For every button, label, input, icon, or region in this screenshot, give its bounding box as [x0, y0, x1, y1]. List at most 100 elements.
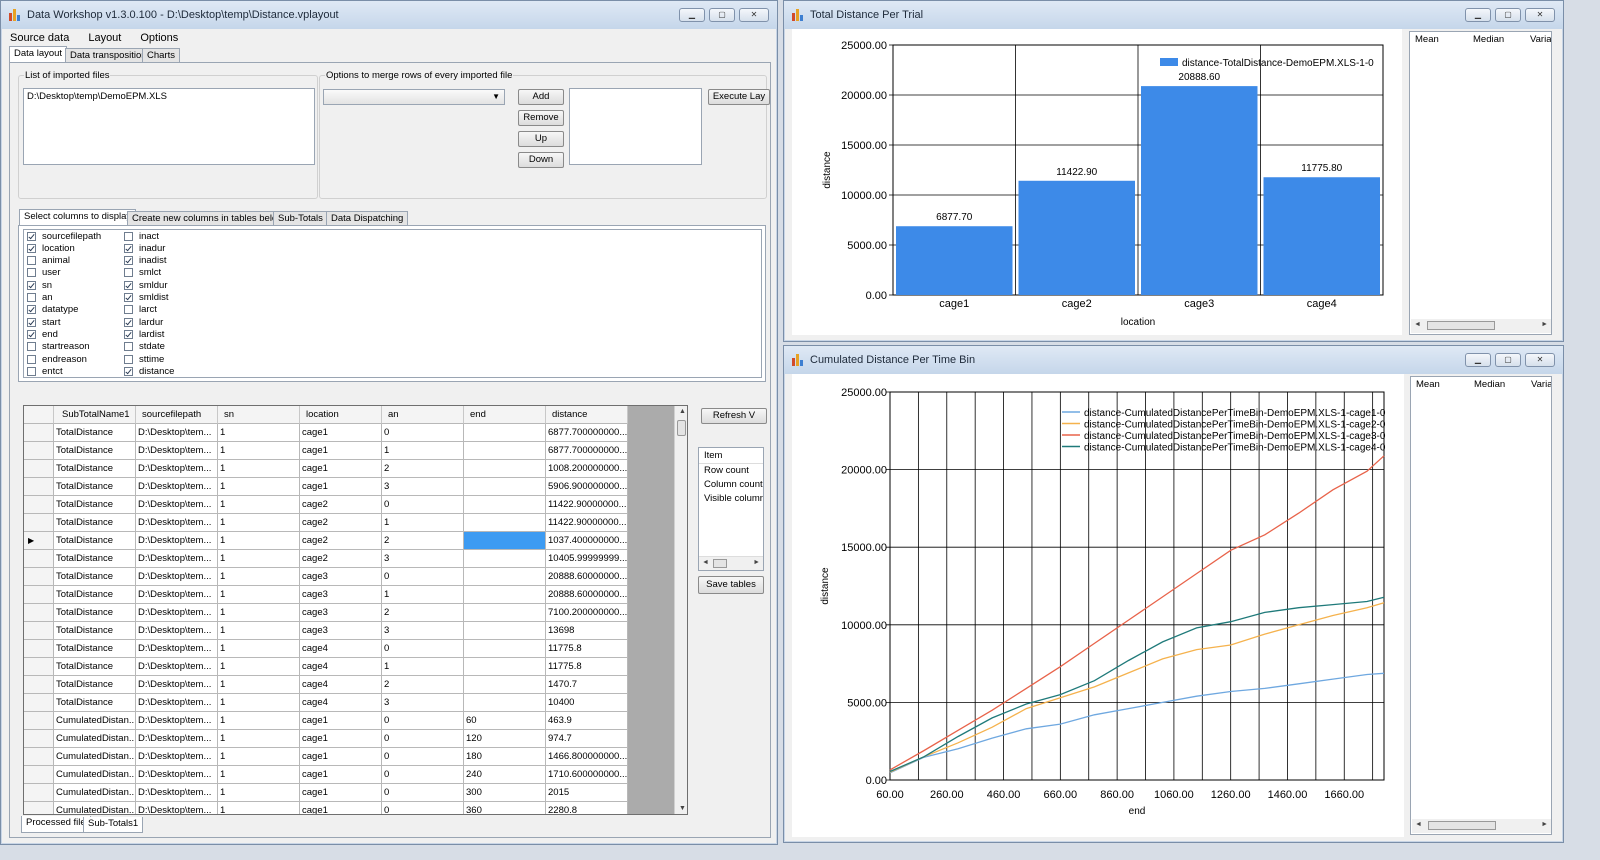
table-cell[interactable]: TotalDistance: [54, 460, 136, 478]
table-cell[interactable]: cage4: [300, 640, 382, 658]
table-cell[interactable]: 2: [382, 676, 464, 694]
table-cell[interactable]: 10400: [546, 694, 628, 712]
table-cell[interactable]: cage2: [300, 496, 382, 514]
tab-select-columns[interactable]: Select columns to display: [19, 209, 137, 226]
checkbox[interactable]: [27, 317, 36, 327]
table-cell[interactable]: 1: [382, 442, 464, 460]
row-header[interactable]: [24, 586, 54, 604]
add-button[interactable]: Add: [518, 89, 564, 105]
row-header[interactable]: ▶: [24, 532, 54, 550]
table-cell[interactable]: [464, 586, 546, 604]
table-cell[interactable]: cage4: [300, 676, 382, 694]
table-cell[interactable]: [464, 622, 546, 640]
table-cell[interactable]: CumulatedDistan...: [54, 748, 136, 766]
table-row[interactable]: TotalDistance D:\Desktop\tem... 1 cage1 0 687…: [24, 424, 628, 442]
checkbox[interactable]: [27, 293, 36, 302]
table-cell[interactable]: D:\Desktop\tem...: [136, 802, 218, 814]
checkbox[interactable]: [27, 280, 36, 290]
table-cell[interactable]: cage1: [300, 712, 382, 730]
column-checkbox-end[interactable]: end: [27, 328, 58, 340]
table-cell[interactable]: CumulatedDistan...: [54, 784, 136, 802]
table-row[interactable]: TotalDistance D:\Desktop\tem... 1 cage2 0 114…: [24, 496, 628, 514]
table-cell[interactable]: 1: [218, 478, 300, 496]
grid-column-header[interactable]: distance: [546, 406, 628, 424]
table-cell[interactable]: [464, 676, 546, 694]
table-cell[interactable]: cage2: [300, 532, 382, 550]
table-cell[interactable]: D:\Desktop\tem...: [136, 676, 218, 694]
row-header[interactable]: [24, 730, 54, 748]
checkbox[interactable]: [124, 231, 133, 241]
table-cell[interactable]: 1466.800000000...: [546, 748, 628, 766]
table-cell[interactable]: [464, 604, 546, 622]
refresh-view-button[interactable]: Refresh V: [701, 408, 767, 424]
remove-button[interactable]: Remove: [518, 110, 564, 126]
execute-layout-button[interactable]: Execute Lay: [708, 89, 770, 105]
grid-column-header[interactable]: sn: [218, 406, 300, 424]
table-cell[interactable]: 240: [464, 766, 546, 784]
tab-data-dispatching[interactable]: Data Dispatching: [326, 211, 409, 226]
table-cell[interactable]: 1: [218, 550, 300, 568]
table-row[interactable]: TotalDistance D:\Desktop\tem... 1 cage3 2 710…: [24, 604, 628, 622]
table-cell[interactable]: 0: [382, 424, 464, 442]
data-grid[interactable]: SubTotalName1 sourcefilepath sn location an e…: [23, 405, 688, 815]
column-checkbox-inadur[interactable]: inadur: [124, 242, 165, 254]
table-cell[interactable]: cage2: [300, 550, 382, 568]
table-row[interactable]: CumulatedDistan... D:\Desktop\tem... 1 cage…: [24, 802, 628, 814]
column-checkbox-lardist[interactable]: lardist: [124, 328, 164, 340]
table-cell[interactable]: 1008.200000000...: [546, 460, 628, 478]
row-header[interactable]: [24, 694, 54, 712]
table-cell[interactable]: 1: [218, 694, 300, 712]
table-cell[interactable]: 1: [218, 604, 300, 622]
info-hscrollbar[interactable]: ◄ ►: [699, 556, 763, 570]
table-cell[interactable]: TotalDistance: [54, 658, 136, 676]
table-row[interactable]: TotalDistance D:\Desktop\tem... 1 cage2 3 104…: [24, 550, 628, 568]
table-cell[interactable]: 0: [382, 730, 464, 748]
table-cell[interactable]: D:\Desktop\tem...: [136, 568, 218, 586]
table-cell[interactable]: [464, 532, 546, 550]
column-checkbox-larct[interactable]: larct: [124, 304, 157, 316]
table-cell[interactable]: 60: [464, 712, 546, 730]
table-cell[interactable]: D:\Desktop\tem...: [136, 622, 218, 640]
scroll-left-icon[interactable]: ◄: [1414, 321, 1421, 328]
maximize-button[interactable]: ▢: [1495, 8, 1521, 22]
menu-options[interactable]: Options: [140, 32, 178, 44]
column-checkbox-smlct[interactable]: smlct: [124, 267, 161, 279]
row-header[interactable]: [24, 658, 54, 676]
table-cell[interactable]: D:\Desktop\tem...: [136, 730, 218, 748]
column-checkbox-sn[interactable]: sn: [27, 279, 52, 291]
table-cell[interactable]: D:\Desktop\tem...: [136, 424, 218, 442]
line-chart-titlebar[interactable]: Cumulated Distance Per Time Bin ▁ ▢ ✕: [784, 346, 1563, 374]
table-cell[interactable]: TotalDistance: [54, 442, 136, 460]
table-cell[interactable]: 2: [382, 604, 464, 622]
scroll-thumb[interactable]: [677, 420, 686, 436]
menu-source-data[interactable]: Source data: [10, 32, 69, 44]
table-cell[interactable]: D:\Desktop\tem...: [136, 442, 218, 460]
row-header[interactable]: [24, 766, 54, 784]
table-row[interactable]: CumulatedDistan... D:\Desktop\tem... 1 cage…: [24, 784, 628, 802]
checkbox[interactable]: [124, 305, 133, 315]
scroll-right-icon[interactable]: ►: [753, 559, 760, 566]
bar-cage1[interactable]: [896, 226, 1013, 295]
table-cell[interactable]: 360: [464, 802, 546, 814]
stats-header-variance[interactable]: Varia: [1531, 377, 1551, 393]
scroll-left-icon[interactable]: ◄: [1415, 821, 1422, 828]
column-checkbox-user[interactable]: user: [27, 267, 60, 279]
close-button[interactable]: ✕: [1525, 8, 1555, 22]
row-header[interactable]: [24, 784, 54, 802]
menu-layout[interactable]: Layout: [88, 32, 121, 44]
table-cell[interactable]: 3: [382, 478, 464, 496]
merge-options-list[interactable]: [569, 88, 702, 165]
table-cell[interactable]: 0: [382, 712, 464, 730]
row-header[interactable]: [24, 640, 54, 658]
stats-header-variance[interactable]: Varia: [1530, 32, 1551, 48]
table-cell[interactable]: TotalDistance: [54, 424, 136, 442]
table-cell[interactable]: TotalDistance: [54, 496, 136, 514]
row-header[interactable]: [24, 478, 54, 496]
table-cell[interactable]: 20888.60000000...: [546, 568, 628, 586]
stats-hscrollbar[interactable]: ◄ ►: [1412, 819, 1551, 833]
down-button[interactable]: Down: [518, 152, 564, 168]
table-cell[interactable]: 11422.90000000...: [546, 514, 628, 532]
grid-column-header[interactable]: SubTotalName1: [54, 406, 136, 424]
table-cell[interactable]: 300: [464, 784, 546, 802]
tab-sub-totals1[interactable]: Sub-Totals1: [83, 817, 144, 833]
